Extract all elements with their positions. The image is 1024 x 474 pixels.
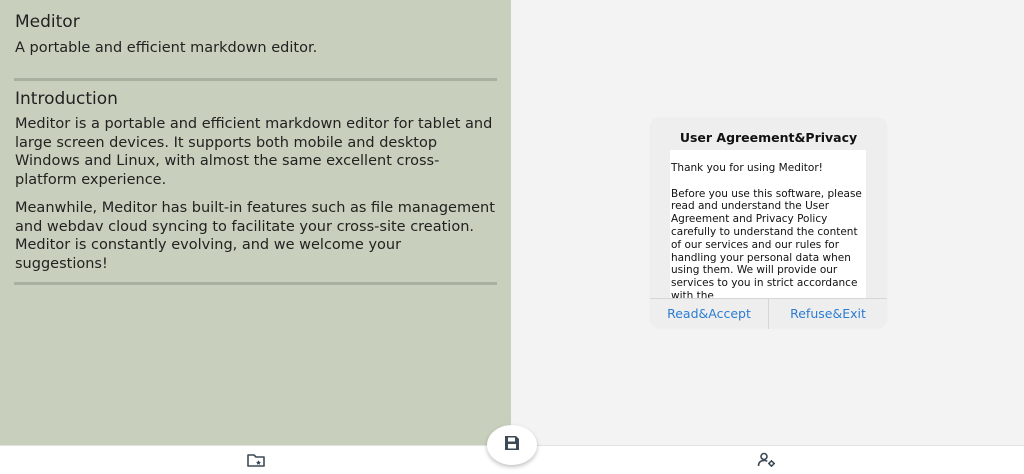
- agreement-text: Thank you for using Meditor! Before you …: [671, 162, 862, 298]
- divider: [14, 282, 497, 285]
- dialog-button-row: Read&Accept Refuse&Exit: [650, 298, 887, 329]
- user-agreement-dialog: User Agreement&Privacy Thank you for usi…: [650, 118, 887, 329]
- dialog-title: User Agreement&Privacy: [679, 130, 858, 145]
- app-title: Meditor: [15, 12, 80, 32]
- intro-heading: Introduction: [15, 89, 118, 109]
- intro-panel: Meditor A portable and efficient markdow…: [0, 0, 511, 445]
- save-button[interactable]: [487, 425, 537, 465]
- save-icon: [502, 433, 522, 457]
- intro-paragraph-1: Meditor is a portable and efficient mark…: [15, 116, 493, 188]
- read-accept-button[interactable]: Read&Accept: [650, 299, 768, 329]
- intro-paragraph-2: Meanwhile, Meditor has built-in features…: [15, 200, 495, 272]
- refuse-exit-button[interactable]: Refuse&Exit: [769, 299, 887, 329]
- user-settings-icon[interactable]: [757, 452, 777, 468]
- app-subtitle: A portable and efficient markdown editor…: [15, 40, 318, 56]
- divider: [14, 78, 497, 81]
- agreement-text-scroll[interactable]: Thank you for using Meditor! Before you …: [670, 150, 866, 298]
- folder-icon[interactable]: [246, 452, 266, 468]
